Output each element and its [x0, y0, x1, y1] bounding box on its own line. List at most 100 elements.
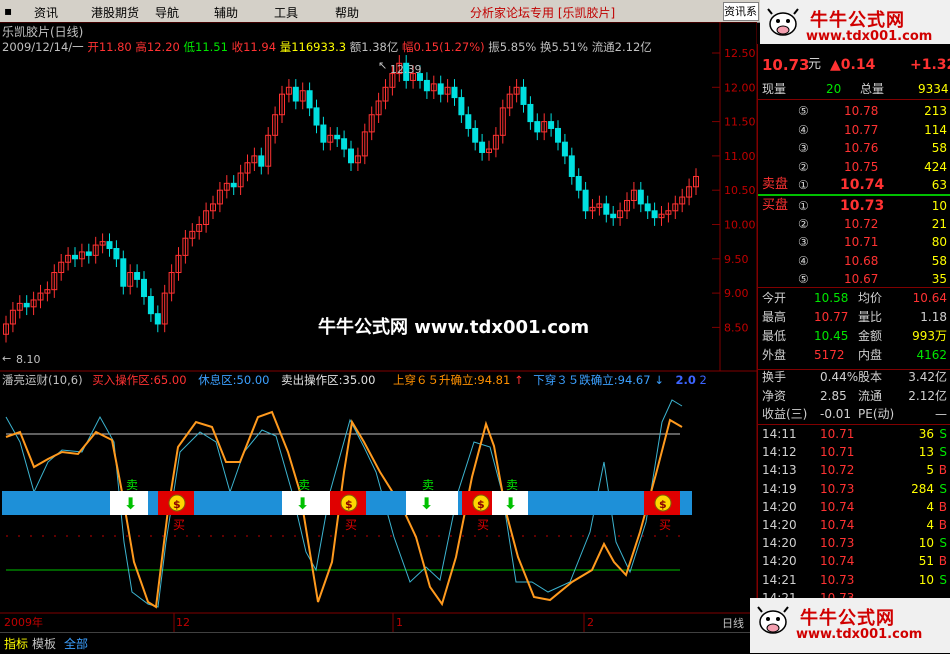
ask-row: ③ 10.76 58 — [798, 141, 947, 155]
candle-body — [472, 127, 479, 143]
menu-item-help[interactable]: 帮助 — [335, 4, 359, 21]
stats-row: 最低 10.45 金额 993万 — [762, 329, 947, 343]
menu-item-hk-futures[interactable]: 港股期货 — [91, 4, 139, 21]
tick-row: 14:20 10.74 4 B — [762, 518, 947, 532]
money-bag-glyph: $ — [345, 498, 353, 511]
price-axis-label: 11.00 — [724, 150, 756, 163]
tab-template[interactable]: 模板 — [32, 635, 56, 652]
info-bar: 2009/12/14/一 开11.80 高12.20 低11.51 收11.94… — [2, 40, 652, 54]
quote-price-row: 10.73 元 ▲0.14 +1.32 — [758, 56, 950, 78]
indicator-legend: 潘亮运财(10,6) 买入操作区:65.00 休息区:50.00 卖出操作区:3… — [2, 373, 375, 387]
candle-body — [568, 155, 575, 177]
candle-body — [113, 248, 120, 260]
price-axis-label: 9.50 — [724, 253, 749, 266]
bid-row: ⑤ 10.67 35 — [798, 271, 947, 286]
bid-row: ③ 10.71 80 — [798, 235, 947, 250]
candle-body — [147, 296, 154, 315]
candle-body — [258, 155, 265, 167]
candle-body — [582, 189, 589, 212]
candle-body — [555, 127, 561, 143]
candle-body — [520, 86, 527, 105]
buy-signal-label: 买 — [345, 518, 357, 532]
bid-row: ④ 10.68 58 — [798, 253, 947, 268]
menu-item-navigate[interactable]: 导航 — [155, 4, 179, 21]
price-axis-label: 8.50 — [724, 321, 749, 334]
cow-icon — [757, 606, 789, 634]
chart-area[interactable]: 12.50 12.00 11.50 11.00 10.50 10.00 9.50 9.00 8.… — [0, 21, 758, 632]
candle-body — [575, 175, 582, 191]
price-axis-label: 12.50 — [724, 47, 756, 60]
candle-body — [106, 241, 113, 250]
down-arrow-icon: ⬇ — [504, 494, 517, 513]
tick-row: 14:21 10.73 10 S — [762, 572, 947, 587]
buy-signal-label: 买 — [477, 518, 489, 532]
candle-body — [334, 134, 341, 140]
candle-body — [120, 258, 127, 287]
candle-body — [320, 124, 327, 143]
tick-row: 14:12 10.71 13 S — [762, 445, 947, 460]
time-axis-feb: 2 — [587, 616, 594, 629]
chart-svg[interactable]: 12.50 12.00 11.50 11.00 10.50 10.00 9.50 9.00 8.… — [0, 21, 758, 632]
price-axis-label: 11.50 — [724, 116, 756, 129]
sell-signal-label: 卖 — [506, 478, 518, 492]
ask-row: ② 10.75 424 — [798, 159, 947, 174]
candle-body — [348, 148, 354, 164]
time-axis-jan: 1 — [396, 616, 403, 629]
fundamentals-row: 收益(三) -0.01 PE(动) — — [762, 407, 947, 421]
tab-all[interactable]: 全部 — [64, 635, 88, 652]
money-bag-glyph: $ — [173, 498, 181, 511]
watermark: 牛牛公式网 www.tdx001.com — [318, 316, 589, 338]
candle-body — [465, 114, 472, 129]
ask-row: 卖盘 ① 10.74 63 — [762, 177, 947, 193]
down-arrow-icon: ⬇ — [420, 494, 433, 513]
menu-item-tools[interactable]: 工具 — [274, 4, 298, 21]
candle-body — [230, 182, 237, 188]
bid-row: 买盘 ① 10.73 10 — [762, 198, 947, 214]
cow-icon — [767, 8, 799, 36]
candle-body — [527, 103, 534, 123]
price-max-label: 12.39 — [390, 63, 422, 76]
bid-row: ② 10.72 21 — [798, 217, 947, 232]
period-label: 日线 — [722, 616, 744, 630]
tick-row: 14:20 10.74 51 B — [762, 554, 947, 569]
stats-row: 外盘 5172 内盘 4162 — [762, 348, 947, 362]
candle-body — [134, 272, 141, 280]
logo-bottom: 牛牛公式网 www.tdx001.com — [750, 598, 950, 653]
time-axis-year: 2009年 — [4, 615, 43, 629]
tick-row: 14:11 10.71 36 S — [762, 427, 947, 441]
candle-body — [644, 203, 651, 212]
candle-body — [458, 97, 465, 116]
price-change: ▲0.14 — [830, 57, 876, 73]
candle-body — [292, 86, 299, 102]
fundamentals-row: 换手 0.44% 股本 3.42亿 — [762, 370, 947, 384]
candle-body — [72, 254, 78, 260]
quote-panel: 10.73 元 ▲0.14 +1.32 现量 20 总量 9334 ⑤10.78… — [757, 44, 950, 605]
menu-item-assist[interactable]: 辅助 — [214, 4, 238, 21]
chart-title: 乐凯胶片(日线) — [2, 24, 83, 39]
ask-row: ④ 10.77 114 — [798, 122, 947, 137]
price-max-arrow: ↖ — [378, 59, 387, 72]
sell-signal-label: 卖 — [126, 478, 138, 492]
menu-item-info[interactable]: 资讯 — [34, 4, 58, 21]
money-bag-glyph: $ — [659, 498, 667, 511]
menu-info-icon: ▪ — [4, 4, 13, 18]
tick-row: 14:13 10.72 5 B — [762, 463, 947, 478]
sell-signal-label: 卖 — [422, 478, 434, 492]
stats-row: 今开 10.58 均价 10.64 — [762, 291, 947, 305]
candle-body — [341, 138, 348, 150]
tick-row: 14:20 10.74 4 B — [762, 499, 947, 514]
candle-body — [534, 121, 541, 133]
candle-body — [548, 121, 555, 129]
candle-body — [154, 313, 161, 325]
candle-body — [141, 278, 147, 298]
stats-row: 最高 10.77 量比 1.18 — [762, 310, 947, 324]
money-bag-glyph: $ — [477, 498, 485, 511]
candle-body — [561, 141, 568, 157]
price-min-label: 8.10 — [16, 353, 41, 366]
tab-indicator[interactable]: 指标 — [4, 635, 28, 652]
candle-body — [85, 251, 92, 256]
info-search-button[interactable]: 资讯系 — [723, 2, 759, 21]
candle-body — [610, 213, 617, 219]
candle-body — [437, 83, 444, 95]
fundamentals-row: 净资 2.85 流通 2.12亿 — [762, 388, 947, 403]
